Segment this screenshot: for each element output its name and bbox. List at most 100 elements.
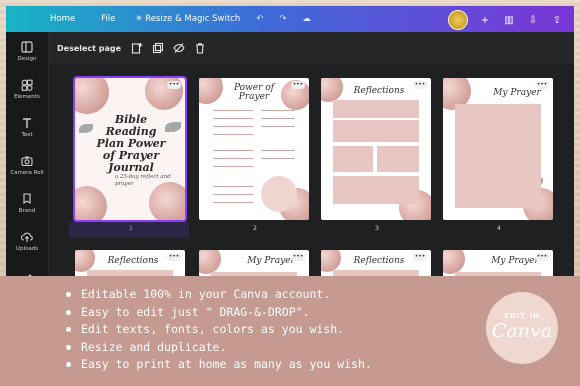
- feature-item: Resize and duplicate.: [66, 339, 372, 357]
- list-line: [213, 126, 253, 127]
- hide-page-icon[interactable]: [173, 42, 185, 54]
- sidebar-item-uploads[interactable]: Uploads: [6, 222, 48, 260]
- camera-icon: [21, 156, 33, 166]
- menu-file[interactable]: File: [101, 14, 115, 24]
- rose-decoration: [75, 250, 95, 272]
- upload-icon: [21, 232, 33, 242]
- circle-decoration: [261, 176, 297, 212]
- add-icon[interactable]: +: [478, 13, 492, 27]
- share-icon[interactable]: ⇪: [550, 13, 564, 27]
- list-line: [261, 126, 295, 127]
- page-options-button[interactable]: •••: [291, 81, 305, 89]
- list-line: [213, 186, 253, 187]
- reflection-box: [377, 146, 419, 172]
- insights-icon[interactable]: ▥: [502, 13, 516, 27]
- list-line: [261, 110, 295, 111]
- feature-item: Edit texts, fonts, colors as you wish.: [66, 321, 372, 339]
- cover-title: Bible Reading Plan Power of Prayer Journ…: [96, 113, 166, 174]
- sidebar-item-elements[interactable]: Elements: [6, 70, 48, 108]
- list-line: [213, 166, 253, 167]
- sidebar-item-text[interactable]: Text: [6, 108, 48, 146]
- page-thumbnail-5[interactable]: Reflections •••: [75, 250, 185, 276]
- rose-decoration: [199, 78, 223, 104]
- feature-list: Editable 100% in your Canva account. Eas…: [66, 286, 372, 374]
- list-line: [213, 118, 253, 119]
- sidebar-item-brand[interactable]: Brand: [6, 184, 48, 222]
- top-menu-bar: Home File ✳ Resize & Magic Switch ↶ ↷ ☁ …: [6, 6, 574, 32]
- list-line: [213, 134, 253, 135]
- list-line: [261, 158, 295, 159]
- page-thumbnail-8[interactable]: My Prayer •••: [443, 250, 553, 276]
- list-line: [213, 150, 253, 151]
- page-options-button[interactable]: •••: [167, 81, 181, 89]
- feature-text: Easy to print at home as many as you wis…: [81, 357, 372, 371]
- edit-in-canva-badge: EDIT IN Canva: [486, 292, 558, 364]
- undo-icon[interactable]: ↶: [256, 14, 263, 24]
- add-page-icon[interactable]: [131, 42, 143, 54]
- reflection-box: [333, 100, 419, 118]
- pro-crown-icon[interactable]: [448, 10, 468, 30]
- list-line: [213, 110, 253, 111]
- page-thumbnail-4[interactable]: My Prayer •••: [443, 78, 553, 220]
- page-thumbnail-6[interactable]: My Prayer •••: [199, 250, 309, 276]
- canva-editor: Home File ✳ Resize & Magic Switch ↶ ↷ ☁ …: [6, 6, 574, 276]
- page-title: My Prayer: [493, 88, 541, 98]
- deselect-page-button[interactable]: Deselect page: [57, 44, 121, 53]
- delete-icon[interactable]: [194, 42, 206, 54]
- rose-decoration: [321, 78, 343, 102]
- reflection-box: [333, 176, 419, 204]
- page-thumbnail-3[interactable]: Reflections •••: [321, 78, 431, 220]
- rose-decoration: [75, 78, 109, 114]
- page-options-button[interactable]: •••: [535, 253, 549, 261]
- page-options-button[interactable]: •••: [291, 253, 305, 261]
- bullet-icon: [66, 362, 71, 368]
- feature-text: Resize and duplicate.: [81, 339, 227, 354]
- badge-top-text: EDIT IN: [504, 312, 540, 320]
- download-icon[interactable]: ⇩: [526, 13, 540, 27]
- shapes-icon: [21, 79, 33, 91]
- page-title: Reflections: [353, 86, 405, 96]
- page-grid: Bible Reading Plan Power of Prayer Journ…: [49, 64, 574, 276]
- feature-item: Easy to edit just " DRAG-&-DROP".: [66, 304, 372, 322]
- duplicate-icon[interactable]: [152, 42, 164, 54]
- page-number: 1: [128, 224, 134, 232]
- brand-icon: [23, 192, 31, 204]
- rose-decoration: [199, 250, 221, 274]
- list-line: [213, 194, 253, 195]
- sidebar-label: Text: [21, 131, 33, 138]
- text-icon: [23, 117, 31, 128]
- layout-icon: [21, 40, 33, 53]
- rose-decoration: [75, 186, 107, 220]
- page-options-button[interactable]: •••: [413, 253, 427, 261]
- page-toolbar: Deselect page: [49, 32, 574, 64]
- sidebar-item-camera-roll[interactable]: Camera Roll: [6, 146, 48, 184]
- left-sidebar: Design Elements Text Camera Roll Brand U…: [6, 32, 49, 276]
- page-options-button[interactable]: •••: [413, 81, 427, 89]
- redo-icon[interactable]: ↷: [279, 14, 286, 24]
- list-line: [213, 158, 253, 159]
- menu-resize[interactable]: ✳ Resize & Magic Switch: [135, 14, 240, 24]
- sidebar-label: Uploads: [15, 245, 39, 252]
- feature-item: Easy to print at home as many as you wis…: [66, 356, 372, 374]
- list-line: [261, 118, 295, 119]
- canva-logo: Canva: [491, 320, 553, 342]
- page-thumbnail-7[interactable]: Reflections •••: [321, 250, 431, 276]
- cloud-save-icon[interactable]: ☁: [302, 14, 311, 24]
- sidebar-item-design[interactable]: Design: [6, 32, 48, 70]
- page-title: Power of Prayer: [233, 83, 275, 102]
- sidebar-label: Elements: [14, 93, 40, 100]
- page-options-button[interactable]: •••: [535, 81, 549, 89]
- page-thumbnail-2[interactable]: Power of Prayer •••: [199, 78, 309, 220]
- page-thumbnail-1[interactable]: Bible Reading Plan Power of Prayer Journ…: [73, 76, 187, 222]
- rose-decoration: [443, 250, 465, 274]
- sidebar-item-draw[interactable]: [6, 260, 48, 276]
- reflection-box: [333, 120, 419, 142]
- rose-decoration: [321, 250, 341, 272]
- sidebar-label: Design: [17, 55, 37, 62]
- bullet-icon: [66, 327, 71, 333]
- feature-text: Editable 100% in your Canva account.: [81, 287, 331, 301]
- bullet-icon: [66, 309, 71, 315]
- menu-home[interactable]: Home: [50, 14, 75, 24]
- page-options-button[interactable]: •••: [167, 253, 181, 261]
- page-title: Reflections: [353, 256, 405, 266]
